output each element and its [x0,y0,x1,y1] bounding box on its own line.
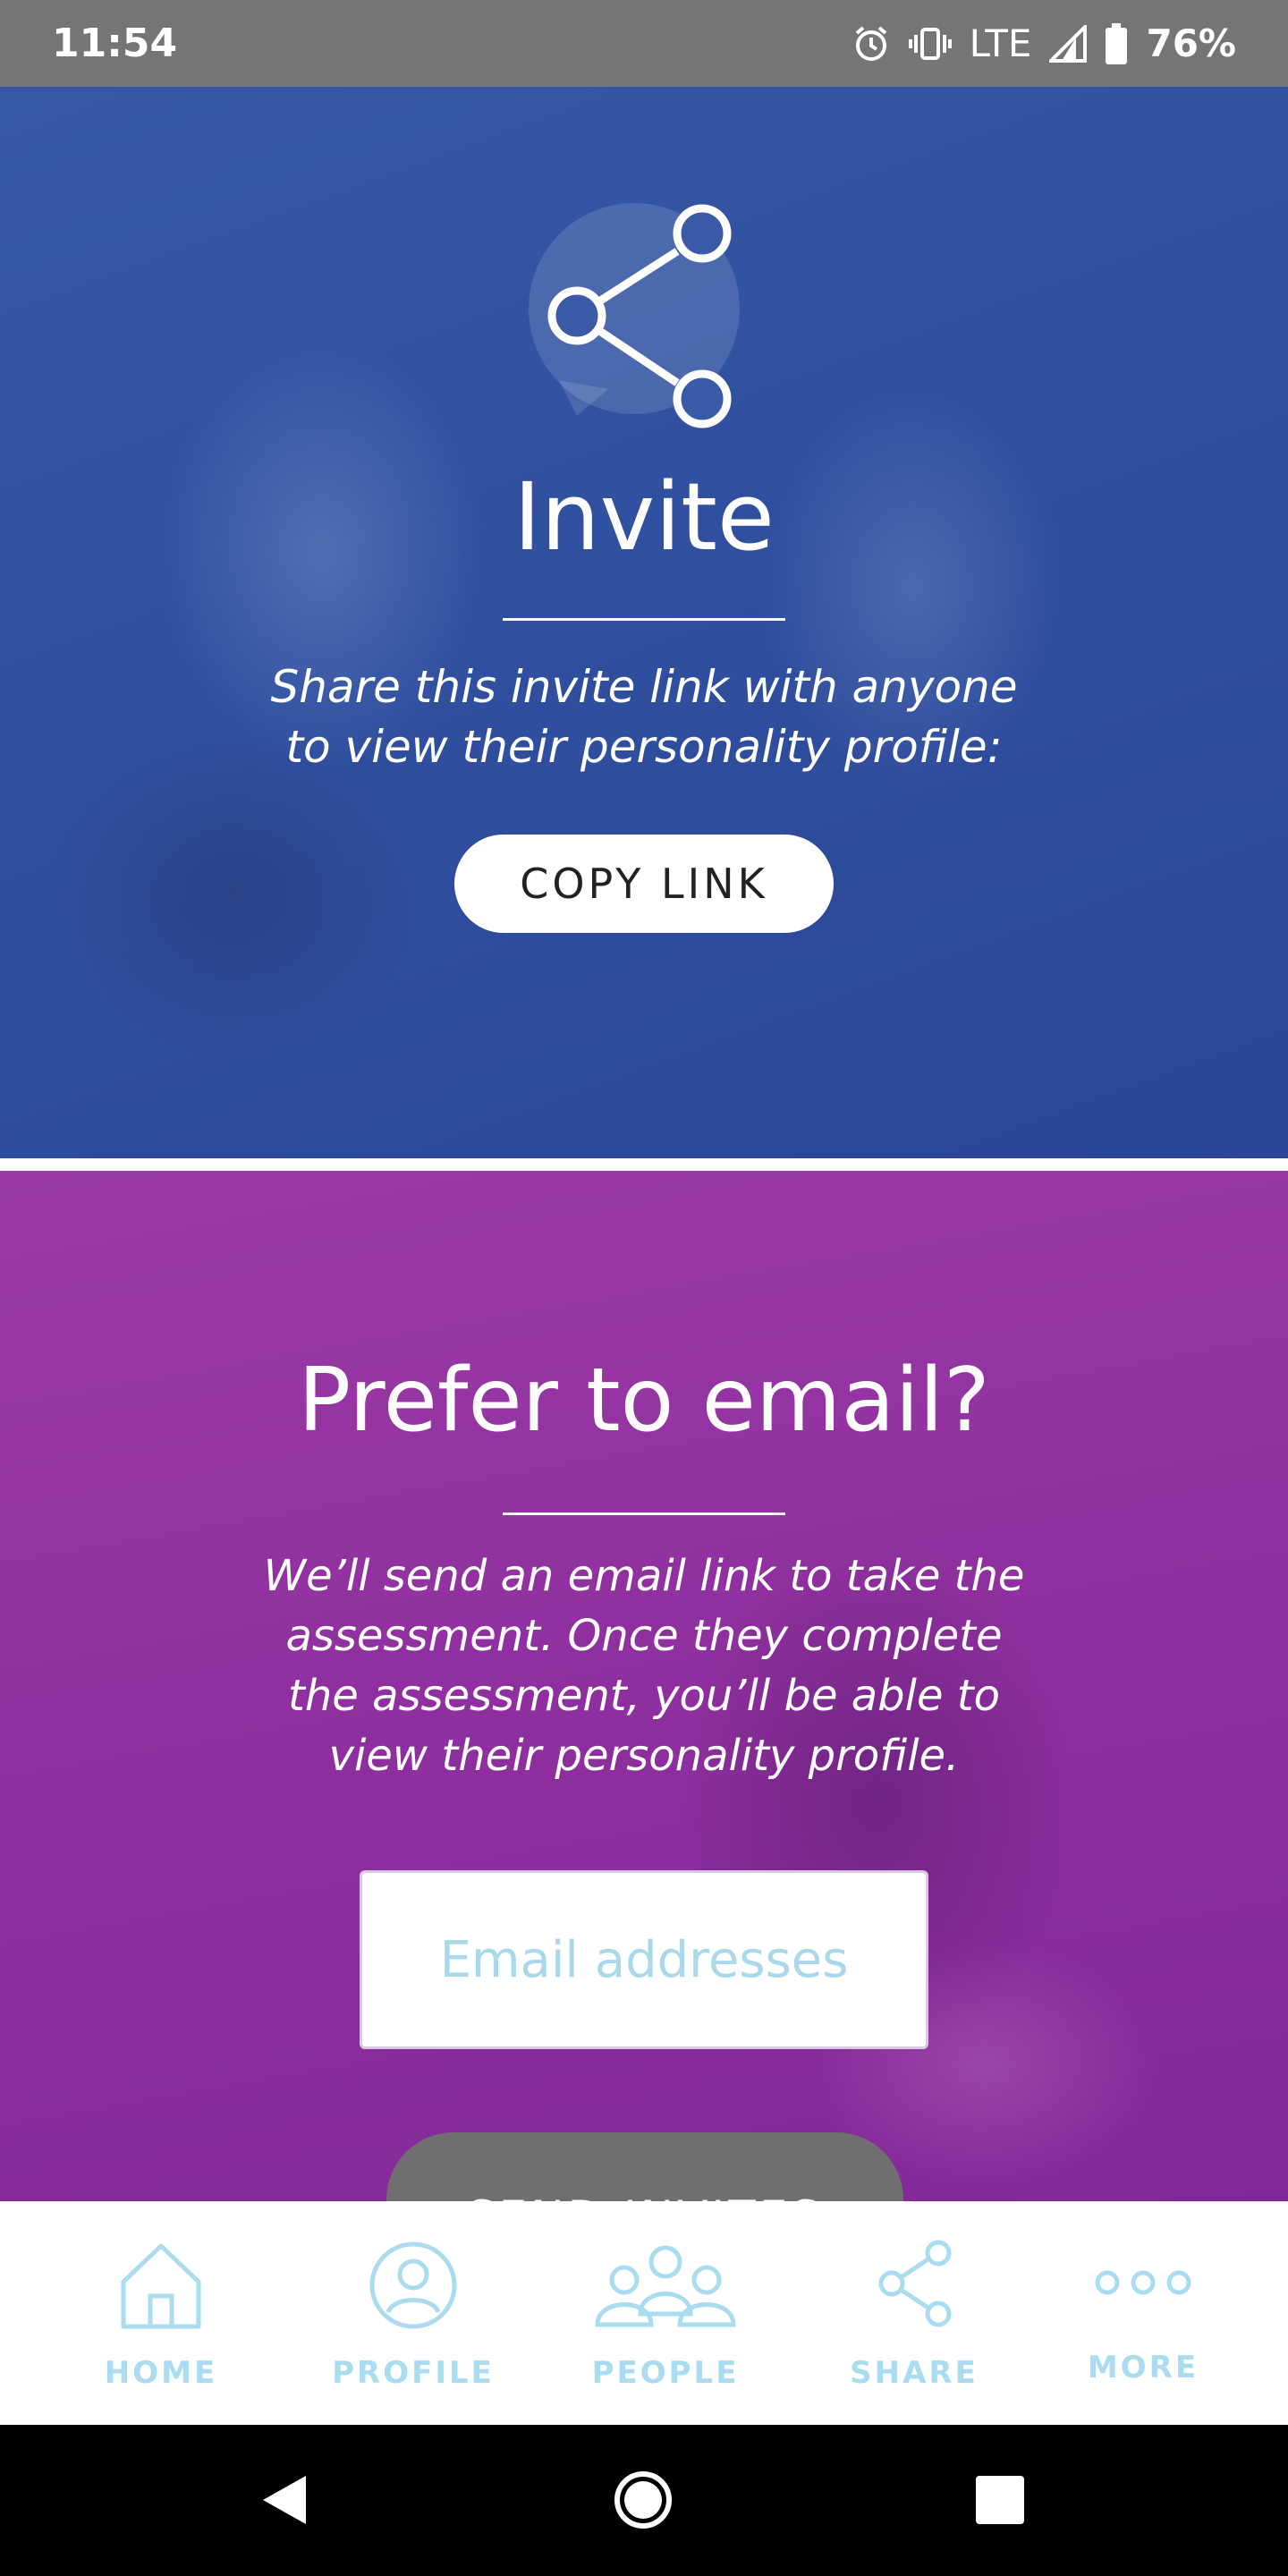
nav-label-people: PEOPLE [591,2355,740,2391]
bottom-nav: HOME PROFILE PEOPLE SHARE MORE [0,2201,1288,2425]
more-icon [1095,2270,1191,2295]
nav-label-profile: PROFILE [332,2355,495,2391]
status-time: 11:54 [52,21,178,66]
email-title: Prefer to email? [298,1350,990,1452]
back-icon[interactable] [259,2472,309,2528]
nav-label-home: HOME [104,2355,218,2391]
copy-link-button[interactable]: COPY LINK [454,835,834,933]
nav-item-more[interactable]: MORE [1079,2201,1208,2425]
battery-icon [1106,22,1128,64]
invite-section: Invite Share this invite link with anyon… [0,87,1288,1158]
nav-item-home[interactable]: HOME [89,2201,233,2425]
home-icon [121,2243,201,2329]
home-circle-icon[interactable] [614,2470,673,2529]
signal-icon [1049,24,1088,63]
section-separator [0,1158,1288,1171]
status-bar: 11:54 LTE 76% [0,0,1288,87]
nav-item-share[interactable]: SHARE [844,2201,984,2425]
alarm-icon [855,25,886,61]
email-section: Prefer to email? We’ll send an email lin… [0,1171,1288,2201]
nav-label-share: SHARE [850,2355,979,2391]
share-icon [878,2240,952,2327]
people-icon [595,2245,736,2327]
status-icons: LTE 76% [852,21,1236,65]
nav-item-profile[interactable]: PROFILE [332,2201,495,2425]
invite-title: Invite [513,462,775,572]
invite-description: Share this invite link with anyone to vi… [270,661,1018,773]
profile-icon [369,2241,457,2329]
invite-divider [503,618,785,621]
email-addresses-input[interactable] [360,1870,928,2049]
battery-percent: 76% [1146,21,1236,65]
send-invites-button[interactable]: SEND INVITES [386,2132,903,2201]
vibrate-icon [908,27,952,60]
email-description: We’ll send an email link to take the ass… [263,1551,1025,1781]
nav-label-more: MORE [1087,2350,1199,2385]
system-nav-bar [0,2425,1288,2576]
share-icon [529,203,740,428]
email-divider [503,1513,785,1515]
recents-icon[interactable] [976,2476,1024,2524]
network-type: LTE [969,21,1032,65]
nav-item-people[interactable]: PEOPLE [585,2201,746,2425]
